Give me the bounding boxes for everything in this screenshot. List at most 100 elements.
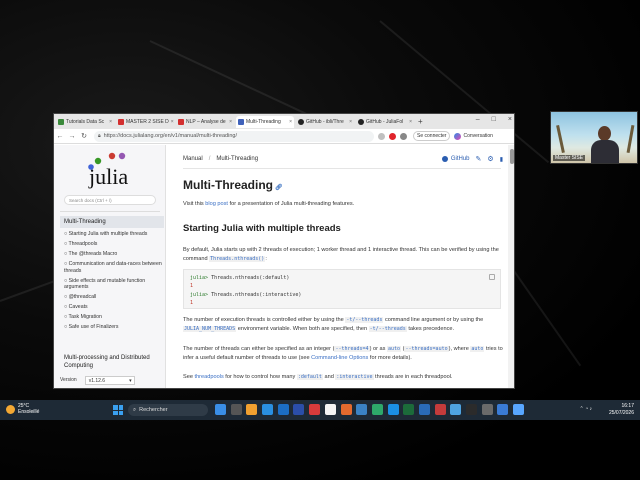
taskbar-app-icon[interactable] <box>513 404 525 415</box>
taskbar-app-icon[interactable] <box>481 404 493 415</box>
inline-code: -t/--threads <box>368 326 407 332</box>
sidebar-item[interactable]: ○ Communication and data-races between t… <box>64 261 164 274</box>
taskbar-app-icon[interactable] <box>215 404 226 415</box>
clock[interactable]: 16:17 25/07/2026 <box>609 403 634 416</box>
close-icon[interactable]: × <box>349 119 352 125</box>
conversation-button[interactable]: Conversation <box>454 132 493 140</box>
code-block: julia> Threads.nthreads(:default) 1 juli… <box>183 269 501 309</box>
taskbar-app-icon[interactable] <box>466 404 477 415</box>
back-icon[interactable]: ← <box>54 133 66 140</box>
close-icon[interactable]: × <box>409 119 412 125</box>
tab-github-ibli[interactable]: GitHub - ibli/Thre × <box>296 116 354 128</box>
taskbar-app-icon[interactable] <box>434 404 446 415</box>
tab-github-juliafolds[interactable]: GitHub - JuliaFol × <box>356 116 414 128</box>
sidebar-item[interactable]: ○ Safe use of Finalizers <box>64 324 164 331</box>
edit-icon[interactable]: ✎ <box>476 155 482 163</box>
sidebar-item[interactable]: ○ Task Migration <box>64 314 164 321</box>
version-select[interactable]: v1.12.6 ▾ <box>84 375 135 385</box>
taskbar-app-icon[interactable] <box>340 404 352 415</box>
taskbar-app-icon[interactable] <box>418 404 430 415</box>
address-bar: ← → ↻ 🔒︎ https://docs.julialang.org/en/v… <box>54 129 514 144</box>
new-tab-button[interactable]: + <box>418 117 423 126</box>
taskbar-app-icon[interactable] <box>246 404 258 415</box>
taskbar-app-icon[interactable] <box>293 404 305 415</box>
clock-date: 25/07/2026 <box>608 409 634 416</box>
weather-text: Ensoleillé <box>18 409 40 415</box>
forward-icon[interactable]: → <box>66 133 78 140</box>
tab-nlp[interactable]: NLP – Analyse de × <box>176 116 234 128</box>
inline-code-link[interactable]: Threads.nthreads() <box>209 256 266 262</box>
link-icon[interactable]: 🔗︎ <box>275 185 283 191</box>
close-icon[interactable]: × <box>229 119 232 125</box>
sidebar-item[interactable]: ○ @threadcall <box>64 294 164 301</box>
taskbar-app-icon[interactable] <box>497 404 509 415</box>
taskbar-app-icon[interactable] <box>403 404 415 415</box>
threadpools-link[interactable]: threadpools <box>195 374 224 380</box>
breadcrumb-current[interactable]: Multi-Threading <box>216 156 258 162</box>
window-controls: – □ × <box>476 116 512 123</box>
text: Visit this <box>183 201 206 207</box>
taskbar-app-icon[interactable] <box>450 404 462 415</box>
extension-icon[interactable] <box>378 132 385 140</box>
sidebar-item-label: The @threads Macro <box>68 251 118 257</box>
close-icon[interactable]: × <box>109 119 112 125</box>
tab-tutorials[interactable]: Tutorials Data Sc × <box>56 116 114 128</box>
close-window-button[interactable]: × <box>508 116 512 123</box>
scrollbar-thumb[interactable] <box>510 149 514 164</box>
sidebar-section-current[interactable]: Multi-Threading <box>60 216 164 228</box>
gear-icon[interactable]: ⚙ <box>487 155 493 163</box>
sidebar-item-label: Communication and data-races between thr… <box>64 261 162 274</box>
sidebar-item[interactable]: ○ Starting Julia with multiple threads <box>64 231 164 238</box>
taskbar-app-icon[interactable] <box>262 404 274 415</box>
text: : <box>265 256 267 262</box>
close-icon[interactable]: × <box>289 119 292 125</box>
inline-code-link[interactable]: JULIA_NUM_THREADS <box>183 326 237 332</box>
refresh-icon[interactable]: ↻ <box>78 132 90 140</box>
github-icon <box>298 118 304 125</box>
taskbar-app-icon[interactable] <box>356 404 368 415</box>
paragraph-4: See threadpools for how to control how m… <box>183 373 503 382</box>
version-value: v1.12.6 <box>88 377 106 384</box>
opera-icon[interactable] <box>389 132 396 140</box>
search-input[interactable]: Search docs (Ctrl + /) <box>64 195 156 205</box>
scrollbar[interactable] <box>508 145 514 388</box>
code-line: julia> Threads.nthreads(:interactive) <box>190 291 494 299</box>
text: environment variable. When both are spec… <box>236 326 369 332</box>
taskbar-app-icon[interactable] <box>387 404 399 415</box>
taskbar-app-icon[interactable] <box>371 404 383 415</box>
tab-master[interactable]: MASTER 2 SISE D × <box>116 116 174 128</box>
minimize-button[interactable]: – <box>476 116 480 123</box>
system-tray[interactable]: ⌃ ◔ ♪ <box>580 406 593 412</box>
taskbar-app-icon[interactable] <box>309 404 321 415</box>
blog-post-link[interactable]: blog post <box>205 201 228 207</box>
taskbar-app-icon[interactable] <box>230 404 242 415</box>
sidebar-item[interactable]: ○ Caveats <box>64 304 164 311</box>
sidebar-toggle-icon[interactable]: ▮ <box>500 156 503 163</box>
command-line-options-link[interactable]: Command-line Options <box>311 355 368 361</box>
breadcrumb: Manual / Multi-Threading GitHub ✎ ⚙ ▮ <box>183 154 503 164</box>
breadcrumb-manual[interactable]: Manual <box>183 156 203 162</box>
julia-logo: julia <box>88 152 128 189</box>
taskbar-app-icon[interactable] <box>324 404 336 415</box>
windows-start-icon[interactable] <box>113 405 123 415</box>
taskbar-app-icon[interactable] <box>277 404 289 415</box>
copy-icon[interactable] <box>489 274 495 280</box>
close-icon[interactable]: × <box>171 119 174 125</box>
github-link[interactable]: GitHub <box>441 156 470 162</box>
sidebar-item[interactable]: ○ Side effects and mutable function argu… <box>64 278 164 291</box>
extension-icon[interactable] <box>400 132 407 140</box>
url-field[interactable]: 🔒︎ https://docs.julialang.org/en/v1/manu… <box>94 130 374 142</box>
weather-widget[interactable]: 25°C Ensoleillé <box>6 403 39 415</box>
taskbar-search[interactable]: ⌕ Rechercher <box>128 404 208 416</box>
maximize-button[interactable]: □ <box>492 116 496 123</box>
docs-sidebar: julia Search docs (Ctrl + /) Multi-Threa… <box>54 145 166 388</box>
signin-button[interactable]: Se connecter <box>413 131 451 141</box>
inline-code: --threads=auto <box>404 346 449 352</box>
webcam-overlay: Master SISE <box>550 111 638 164</box>
presenter <box>591 126 619 163</box>
tab-multi-threading[interactable]: Multi-Threading × <box>236 115 294 128</box>
version-label: Version <box>60 377 77 383</box>
sidebar-item[interactable]: ○ The @threads Macro <box>64 251 164 258</box>
sidebar-item-distributed[interactable]: Multi-processing and Distributed Computi… <box>64 354 164 370</box>
sidebar-item[interactable]: ○ Threadpools <box>64 241 164 248</box>
